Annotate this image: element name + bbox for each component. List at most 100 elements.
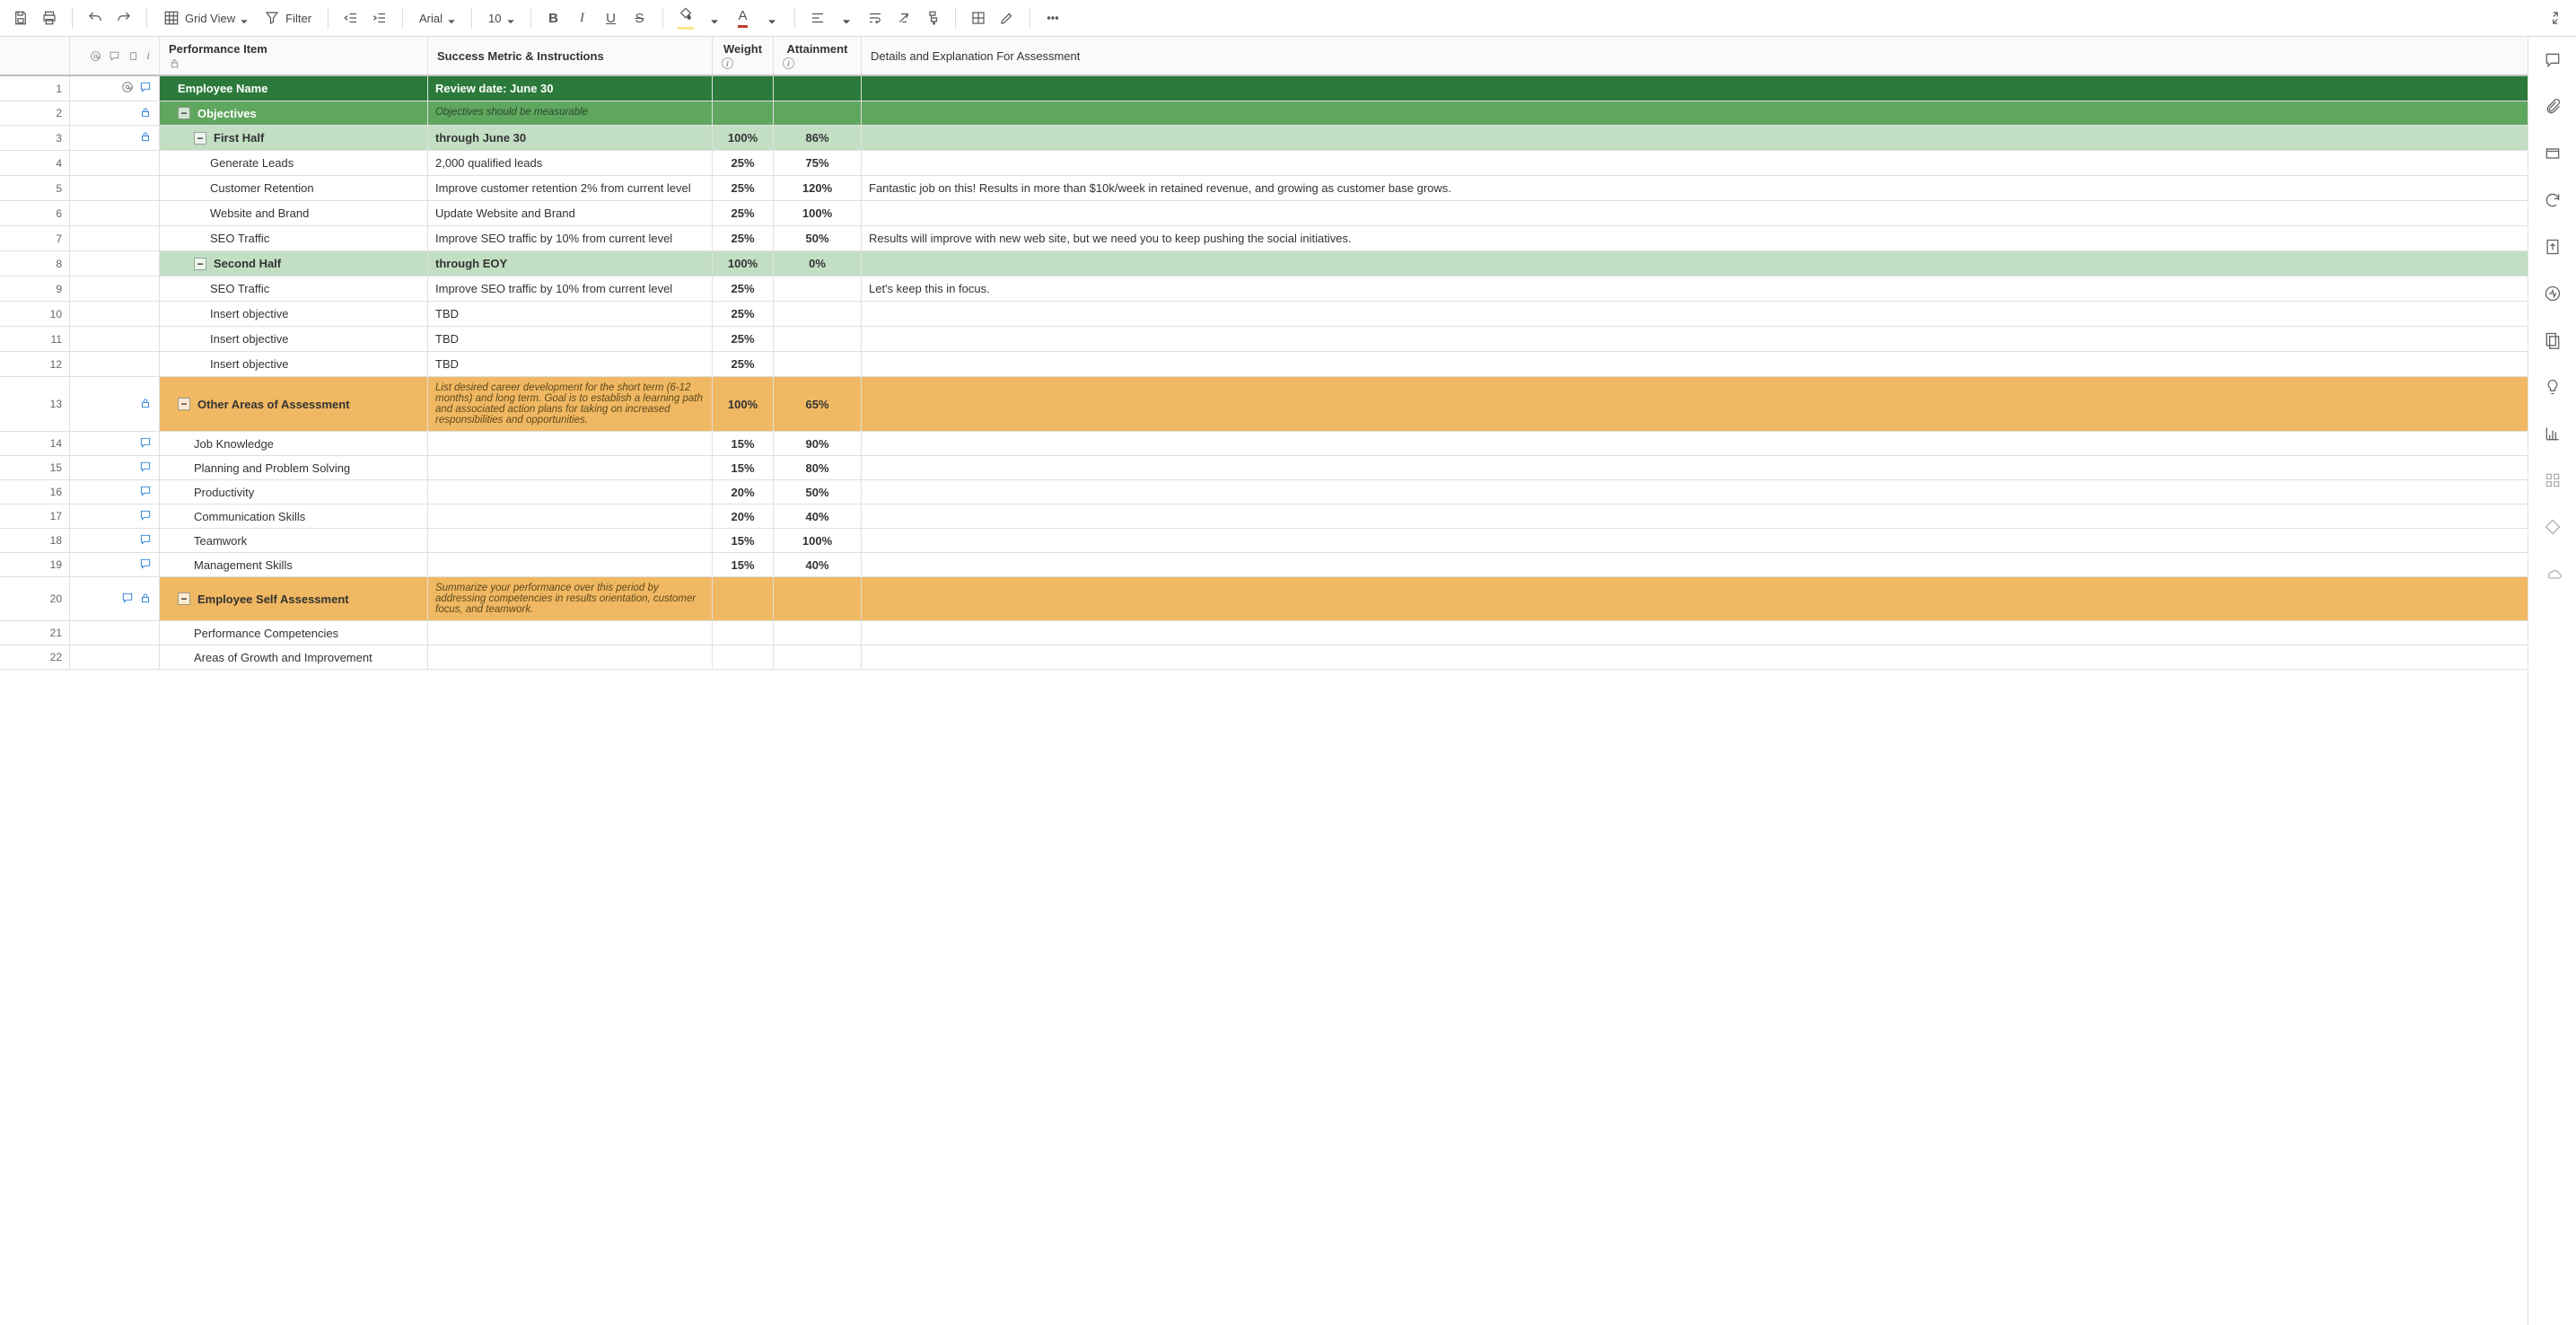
- row-number[interactable]: 7: [0, 226, 70, 250]
- cell-item[interactable]: Insert objective: [160, 327, 428, 351]
- cell-attainment[interactable]: [774, 327, 862, 351]
- cell-item[interactable]: Website and Brand: [160, 201, 428, 225]
- cell-details[interactable]: [862, 352, 2528, 376]
- wrap-button[interactable]: [862, 4, 889, 31]
- cell-attainment[interactable]: 100%: [774, 529, 862, 552]
- row-number[interactable]: 17: [0, 505, 70, 528]
- grid-row[interactable]: 16Productivity20%50%: [0, 480, 2528, 505]
- outdent-button[interactable]: [337, 4, 364, 31]
- rail-activity-button[interactable]: [2542, 283, 2563, 304]
- rail-comments-button[interactable]: [2542, 49, 2563, 71]
- bold-button[interactable]: B: [540, 4, 567, 31]
- cell-weight[interactable]: 15%: [713, 553, 774, 576]
- cell-metric[interactable]: Update Website and Brand: [428, 201, 713, 225]
- grid-row[interactable]: 9SEO TrafficImprove SEO traffic by 10% f…: [0, 276, 2528, 302]
- info-icon[interactable]: i: [722, 57, 733, 69]
- row-number[interactable]: 21: [0, 621, 70, 645]
- cell-item[interactable]: −Second Half: [160, 251, 428, 276]
- cell-metric[interactable]: [428, 432, 713, 455]
- row-number[interactable]: 22: [0, 645, 70, 669]
- cell-item[interactable]: Management Skills: [160, 553, 428, 576]
- grid-row[interactable]: 13−Other Areas of AssessmentList desired…: [0, 377, 2528, 432]
- italic-button[interactable]: I: [569, 4, 596, 31]
- format-painter-button[interactable]: [919, 4, 946, 31]
- cell-item[interactable]: SEO Traffic: [160, 276, 428, 301]
- cell-weight[interactable]: [713, 577, 774, 620]
- cell-item[interactable]: Areas of Growth and Improvement: [160, 645, 428, 669]
- row-number[interactable]: 8: [0, 251, 70, 276]
- cell-metric[interactable]: [428, 505, 713, 528]
- cell-attainment[interactable]: 75%: [774, 151, 862, 175]
- cell-weight[interactable]: 100%: [713, 377, 774, 431]
- collapse-toggle[interactable]: −: [178, 107, 190, 119]
- row-number[interactable]: 13: [0, 377, 70, 431]
- comment-icon[interactable]: [139, 557, 152, 573]
- borders-button[interactable]: [965, 4, 992, 31]
- cell-item[interactable]: Planning and Problem Solving: [160, 456, 428, 479]
- lock-icon[interactable]: [139, 106, 152, 121]
- col-header-metric[interactable]: Success Metric & Instructions: [428, 37, 713, 75]
- cell-item[interactable]: −Employee Self Assessment: [160, 577, 428, 620]
- row-number[interactable]: 5: [0, 176, 70, 200]
- cell-attainment[interactable]: 100%: [774, 201, 862, 225]
- cell-metric[interactable]: [428, 480, 713, 504]
- align-button[interactable]: [804, 4, 831, 31]
- font-color-dropdown[interactable]: [758, 4, 785, 31]
- print-button[interactable]: [36, 4, 63, 31]
- cell-details[interactable]: Let's keep this in focus.: [862, 276, 2528, 301]
- comment-icon[interactable]: [139, 436, 152, 452]
- grid-row[interactable]: 6Website and BrandUpdate Website and Bra…: [0, 201, 2528, 226]
- cell-attainment[interactable]: [774, 352, 862, 376]
- row-number[interactable]: 3: [0, 126, 70, 150]
- grid-row[interactable]: 8−Second Halfthrough EOY100%0%: [0, 251, 2528, 276]
- at-icon[interactable]: [121, 81, 134, 96]
- collapse-toggle[interactable]: −: [194, 132, 206, 145]
- grid-row[interactable]: 4Generate Leads2,000 qualified leads25%7…: [0, 151, 2528, 176]
- font-size-selector[interactable]: 10: [481, 4, 521, 31]
- rail-summary-button[interactable]: [2542, 329, 2563, 351]
- align-dropdown[interactable]: [833, 4, 860, 31]
- cell-details[interactable]: [862, 327, 2528, 351]
- save-button[interactable]: [7, 4, 34, 31]
- cell-metric[interactable]: TBD: [428, 352, 713, 376]
- cell-weight[interactable]: 100%: [713, 251, 774, 276]
- font-color-button[interactable]: A: [730, 4, 757, 31]
- cell-metric[interactable]: [428, 621, 713, 645]
- lock-icon[interactable]: [139, 130, 152, 145]
- cell-item[interactable]: −First Half: [160, 126, 428, 150]
- lock-icon[interactable]: [139, 592, 152, 607]
- comment-icon[interactable]: [139, 485, 152, 500]
- cell-metric[interactable]: TBD: [428, 302, 713, 326]
- comment-icon[interactable]: [139, 509, 152, 524]
- cell-item[interactable]: Productivity: [160, 480, 428, 504]
- cell-weight[interactable]: 25%: [713, 352, 774, 376]
- lock-icon[interactable]: [139, 397, 152, 412]
- row-number[interactable]: 15: [0, 456, 70, 479]
- grid-row[interactable]: 1Employee NameReview date: June 30: [0, 76, 2528, 101]
- cell-item[interactable]: Customer Retention: [160, 176, 428, 200]
- row-number[interactable]: 4: [0, 151, 70, 175]
- col-header-weight[interactable]: Weight i: [713, 37, 774, 75]
- collapse-panel-button[interactable]: [2542, 4, 2569, 31]
- grid-row[interactable]: 21Performance Competencies: [0, 621, 2528, 645]
- view-selector[interactable]: Grid View: [156, 4, 255, 31]
- cell-metric[interactable]: Review date: June 30: [428, 76, 713, 101]
- cell-attainment[interactable]: 90%: [774, 432, 862, 455]
- underline-button[interactable]: U: [598, 4, 625, 31]
- rail-salesforce-button[interactable]: [2542, 563, 2563, 584]
- more-button[interactable]: [1039, 4, 1066, 31]
- cell-weight[interactable]: 25%: [713, 276, 774, 301]
- cell-details[interactable]: [862, 377, 2528, 431]
- cell-weight[interactable]: [713, 101, 774, 125]
- cell-attainment[interactable]: [774, 621, 862, 645]
- cell-attainment[interactable]: 40%: [774, 505, 862, 528]
- cell-weight[interactable]: 25%: [713, 201, 774, 225]
- cell-metric[interactable]: Improve SEO traffic by 10% from current …: [428, 276, 713, 301]
- cell-weight[interactable]: 20%: [713, 505, 774, 528]
- col-header-item[interactable]: Performance Item: [160, 37, 428, 75]
- cell-metric[interactable]: 2,000 qualified leads: [428, 151, 713, 175]
- comment-icon[interactable]: [139, 533, 152, 548]
- comment-icon[interactable]: [139, 461, 152, 476]
- redo-button[interactable]: [110, 4, 137, 31]
- grid-row[interactable]: 12Insert objectiveTBD25%: [0, 352, 2528, 377]
